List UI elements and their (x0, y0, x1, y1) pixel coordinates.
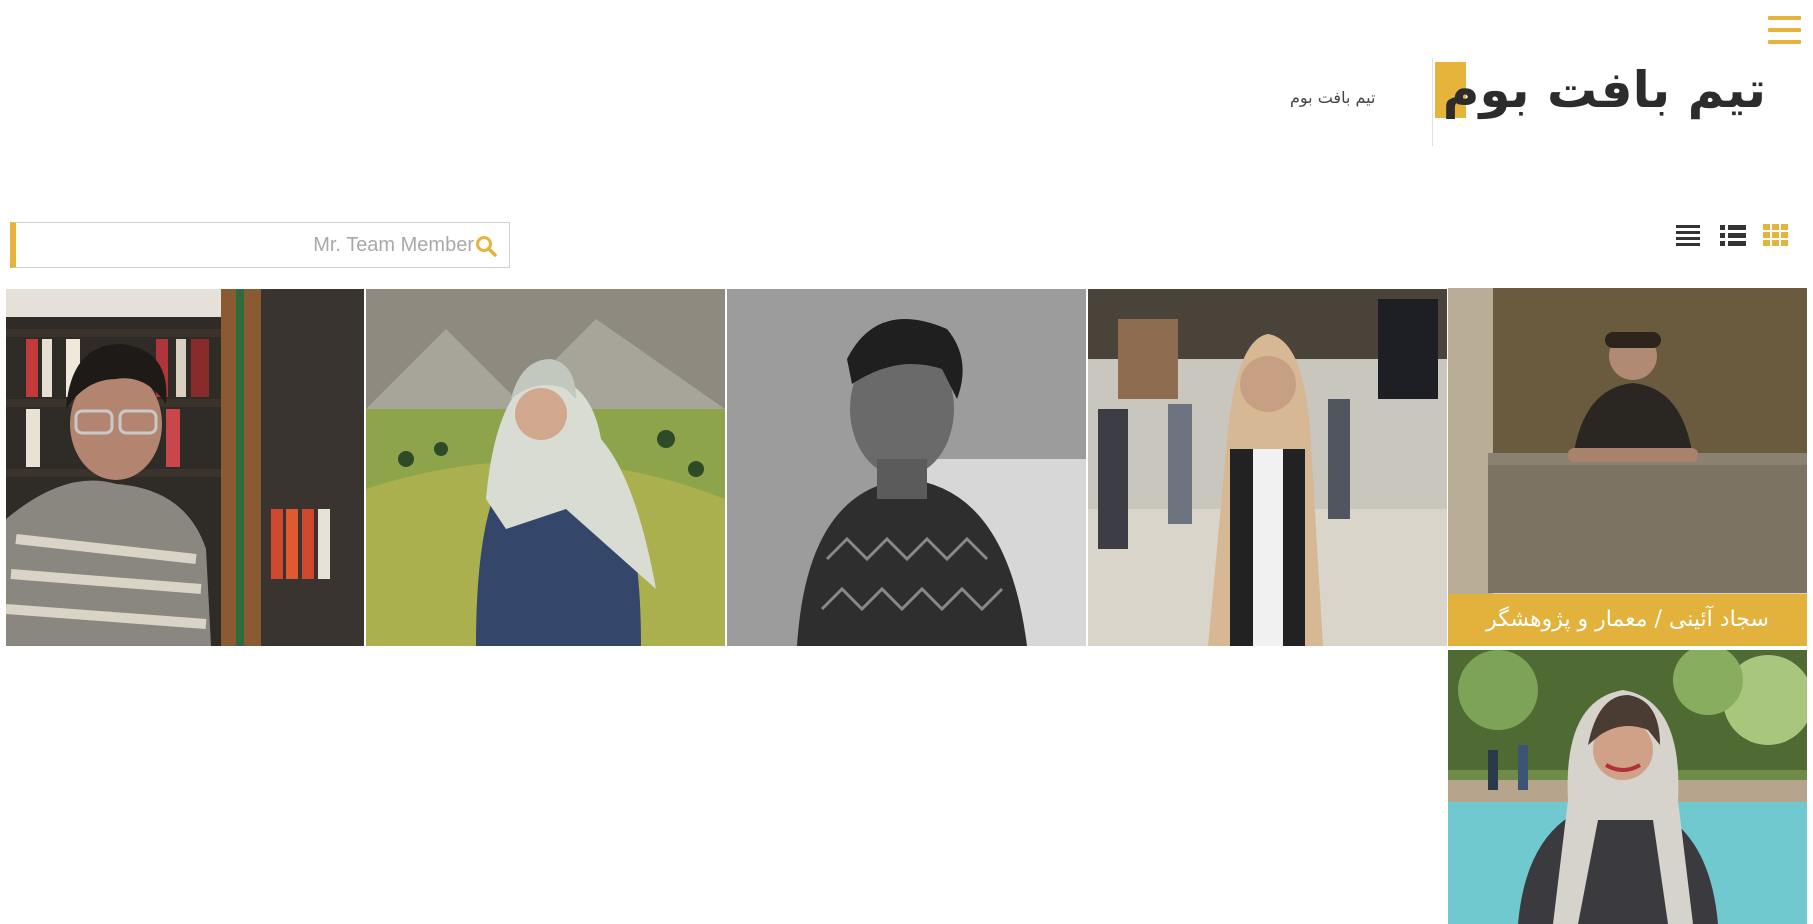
team-member-card[interactable] (727, 289, 1086, 646)
view-toggle-group (1674, 222, 1792, 250)
compact-list-view-button[interactable] (1674, 222, 1702, 248)
team-member-photo (727, 289, 1086, 646)
team-member-photo (366, 289, 725, 646)
search-input[interactable] (24, 223, 478, 267)
page-title: تیم بافت بوم (1442, 61, 1767, 119)
team-member-card[interactable] (366, 289, 725, 646)
grid-view-icon (1763, 224, 1788, 246)
team-member-photo (1448, 650, 1807, 924)
list-view-icon (1720, 225, 1746, 246)
search-icon[interactable] (475, 235, 497, 257)
compact-list-view-icon (1676, 225, 1700, 246)
team-member-card[interactable] (1448, 650, 1807, 924)
team-member-photo (1448, 288, 1807, 646)
team-member-card[interactable]: سجاد آئینی / معمار و پژوهشگر (1448, 288, 1807, 646)
page-subtitle: تیم بافت بوم (1290, 88, 1376, 107)
hamburger-menu-icon (1768, 16, 1801, 20)
menu-line (1768, 28, 1801, 32)
grid-view-button[interactable] (1762, 222, 1790, 248)
menu-button[interactable] (1768, 16, 1801, 46)
list-view-button[interactable] (1719, 222, 1747, 248)
title-block: تیم بافت بوم (1432, 58, 1768, 146)
team-member-photo (1088, 289, 1447, 646)
menu-line (1768, 40, 1801, 44)
team-member-caption: سجاد آئینی / معمار و پژوهشگر (1448, 594, 1807, 646)
team-member-card[interactable] (6, 289, 364, 646)
team-member-card[interactable] (1088, 289, 1447, 646)
search-box (10, 222, 510, 268)
team-member-photo (6, 289, 364, 646)
